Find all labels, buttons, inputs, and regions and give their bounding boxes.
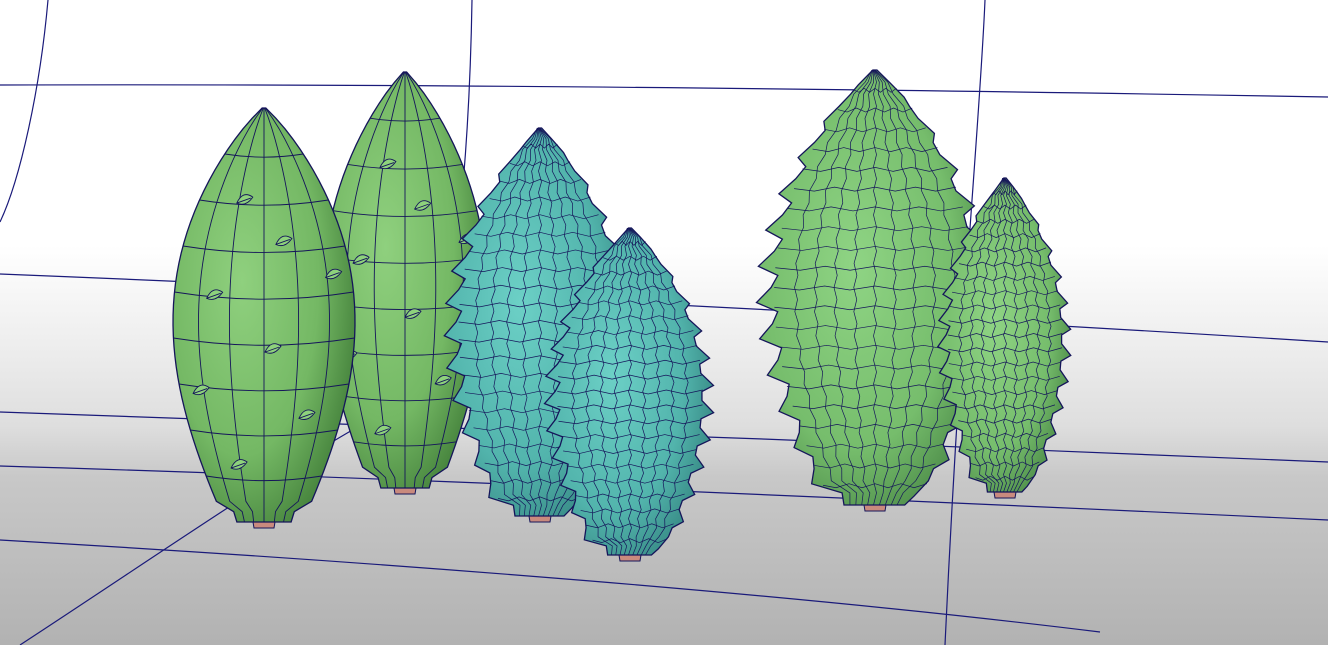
3d-viewport[interactable] xyxy=(0,0,1328,645)
viewport-canvas[interactable] xyxy=(0,0,1328,645)
